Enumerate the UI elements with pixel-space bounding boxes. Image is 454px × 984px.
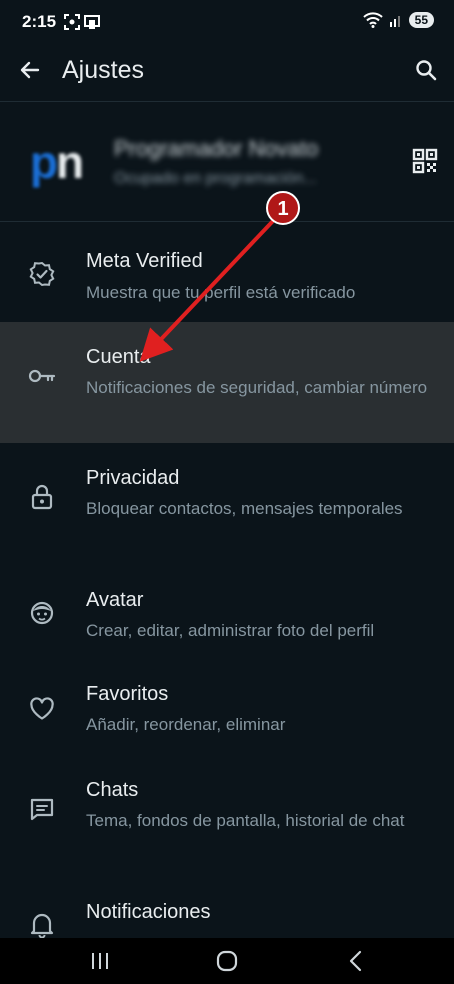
verified-badge-icon	[28, 260, 56, 288]
chevron-left-icon	[349, 950, 362, 972]
settings-item-subtitle: Crear, editar, administrar foto del perf…	[86, 621, 375, 640]
status-time: 2:15	[22, 12, 57, 31]
settings-item-subtitle: Bloquear contactos, mensajes temporales	[86, 499, 403, 518]
settings-item-title: Cuenta	[86, 346, 151, 368]
bell-icon	[28, 911, 56, 938]
wifi-icon	[362, 12, 383, 28]
status-notification-icons	[64, 14, 100, 30]
system-back-button[interactable]	[336, 946, 376, 976]
system-nav-bar	[0, 938, 454, 984]
settings-item-subtitle: Tema, fondos de pantalla, historial de c…	[86, 811, 405, 830]
screenshot-icon	[64, 14, 80, 30]
lock-icon	[28, 483, 56, 511]
qr-code-button[interactable]	[412, 148, 438, 174]
heart-icon	[28, 695, 56, 723]
settings-item-subtitle: Muestra que tu perfil está verificado	[86, 283, 356, 302]
recent-apps-button[interactable]	[80, 946, 120, 976]
profile-name: Programador Novato	[114, 136, 319, 161]
avatar[interactable]: pn	[20, 132, 92, 192]
search-icon	[416, 60, 437, 81]
profile-status: Ocupado en programación...	[114, 170, 317, 187]
profile-row[interactable]: pn Programador Novato Ocupado en program…	[0, 102, 454, 220]
home-button[interactable]	[207, 946, 247, 976]
settings-item-avatar[interactable]: Avatar Crear, editar, administrar foto d…	[0, 563, 454, 661]
settings-item-meta-verified[interactable]: Meta Verified Muestra que tu perfil está…	[0, 224, 454, 322]
settings-item-notificaciones[interactable]: Notificaciones	[0, 879, 454, 938]
avatar-face-icon	[28, 599, 56, 627]
divider	[0, 221, 454, 222]
signal-icon	[389, 16, 400, 27]
settings-item-privacidad[interactable]: Privacidad Bloquear contactos, mensajes …	[0, 443, 454, 563]
page-title: Ajustes	[62, 56, 144, 84]
key-icon	[28, 362, 56, 390]
home-icon	[216, 950, 238, 972]
settings-item-title: Avatar	[86, 589, 144, 611]
settings-item-title: Chats	[86, 779, 139, 801]
qr-code-icon	[412, 148, 438, 174]
settings-item-chats[interactable]: Chats Tema, fondos de pantalla, historia…	[0, 757, 454, 879]
chat-icon	[28, 795, 56, 823]
arrow-left-icon	[20, 61, 40, 79]
settings-item-subtitle: Añadir, reordenar, eliminar	[86, 715, 286, 734]
app-bar: Ajustes	[0, 44, 454, 100]
status-bar: 2:15 55	[0, 0, 454, 44]
settings-item-title: Notificaciones	[86, 901, 211, 923]
recent-apps-icon	[92, 953, 108, 969]
settings-item-title: Privacidad	[86, 467, 180, 489]
settings-item-favoritos[interactable]: Favoritos Añadir, reordenar, eliminar	[0, 661, 454, 757]
settings-item-cuenta[interactable]: Cuenta Notificaciones de seguridad, camb…	[0, 322, 454, 443]
settings-item-subtitle: Notificaciones de seguridad, cambiar núm…	[86, 378, 428, 397]
cast-icon	[84, 15, 100, 29]
back-button[interactable]	[14, 54, 46, 86]
settings-item-title: Favoritos	[86, 683, 169, 705]
settings-item-title: Meta Verified	[86, 250, 203, 272]
search-button[interactable]	[410, 54, 442, 86]
battery-indicator: 55	[408, 12, 434, 28]
